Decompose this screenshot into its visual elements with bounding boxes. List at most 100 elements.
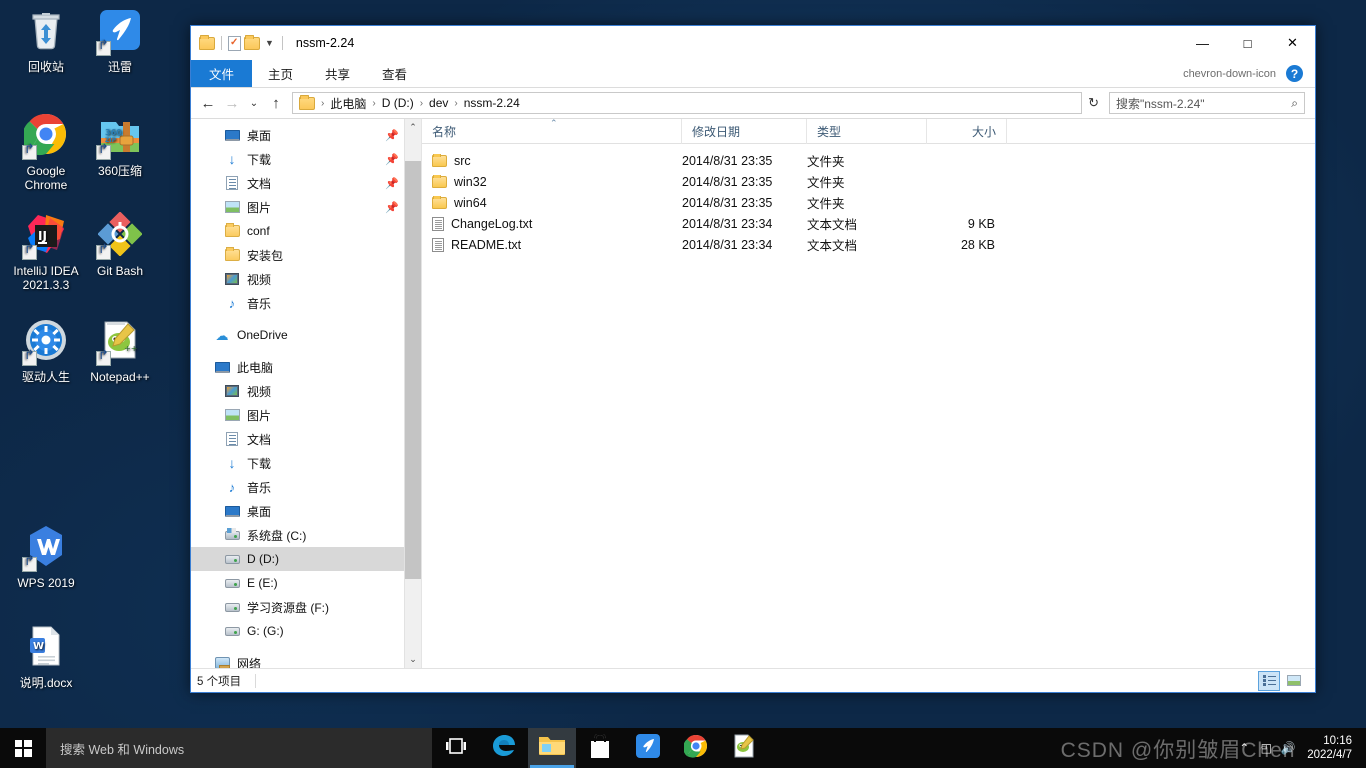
nav-item-18[interactable]: E (E:): [191, 571, 421, 595]
taskbar-store-button[interactable]: [576, 728, 624, 768]
refresh-button[interactable]: ↻: [1084, 95, 1103, 111]
desktop-icon-notepad-plus-plus[interactable]: ++ Notepad++: [82, 318, 158, 384]
start-button[interactable]: [0, 728, 46, 768]
pin-icon[interactable]: 📌: [385, 153, 399, 166]
column-header-name[interactable]: 名称 ⌃: [422, 118, 682, 144]
desktop-icon-recycle-bin[interactable]: 回收站: [8, 8, 84, 74]
chevron-down-icon[interactable]: chevron-down-icon: [1183, 68, 1276, 80]
nav-item-2[interactable]: 文档 📌: [191, 171, 421, 195]
help-button[interactable]: ?: [1286, 65, 1303, 82]
word-document-icon: W: [22, 624, 70, 672]
back-button[interactable]: ←: [197, 92, 219, 114]
desktop-icon-intellij-idea[interactable]: IJ IntelliJ IDEA 2021.3.3: [8, 212, 84, 292]
column-header-size[interactable]: 大小: [927, 118, 1007, 144]
chrome-icon: [683, 734, 708, 763]
desktop-icon-thunder[interactable]: 迅雷: [82, 8, 158, 74]
nav-item-13[interactable]: ↓ 下载: [191, 451, 421, 475]
properties-icon[interactable]: [228, 35, 241, 51]
nav-item-label: E (E:): [247, 576, 278, 590]
shortcut-arrow-icon: [22, 557, 37, 572]
new-folder-icon[interactable]: [244, 34, 260, 50]
file-name-cell: win64: [422, 195, 682, 210]
nav-item-6[interactable]: 视频: [191, 267, 421, 291]
details-view-button[interactable]: [1258, 670, 1280, 691]
file-row[interactable]: win32 2014/8/31 23:35 文件夹: [422, 171, 1315, 192]
column-header-date[interactable]: 修改日期: [682, 118, 807, 144]
nav-scrollbar[interactable]: ⌃ ⌄: [404, 119, 421, 668]
nav-item-10[interactable]: 视频: [191, 379, 421, 403]
nav-item-21[interactable]: 网络: [191, 651, 421, 668]
nav-item-20[interactable]: G: (G:): [191, 619, 421, 643]
breadcrumb-item-3[interactable]: nssm-2.24: [460, 96, 524, 110]
nav-item-7[interactable]: ♪ 音乐: [191, 291, 421, 315]
nav-item-12[interactable]: 文档: [191, 427, 421, 451]
recent-locations-button[interactable]: ⌄: [245, 92, 263, 114]
breadcrumb-item-0[interactable]: 此电脑: [326, 95, 370, 112]
maximize-button[interactable]: □: [1225, 26, 1270, 60]
scrollbar-thumb[interactable]: [405, 161, 421, 579]
taskbar-task-view-button[interactable]: [432, 728, 480, 768]
file-type-cell: 文件夹: [807, 197, 845, 211]
minimize-button[interactable]: —: [1180, 26, 1225, 60]
pin-icon[interactable]: 📌: [385, 129, 399, 142]
taskbar-thunder-button[interactable]: [624, 728, 672, 768]
nav-item-5[interactable]: 安装包: [191, 243, 421, 267]
breadcrumb-item-1[interactable]: D (D:): [378, 96, 418, 110]
taskbar-search-box[interactable]: 搜索 Web 和 Windows: [46, 728, 432, 768]
nav-item-0[interactable]: 桌面 📌: [191, 123, 421, 147]
search-input[interactable]: 搜索"nssm-2.24": [1116, 95, 1291, 112]
taskbar-chrome-button[interactable]: [672, 728, 720, 768]
ribbon-tab-2[interactable]: 共享: [309, 60, 366, 87]
taskbar-notepad-plus-plus-button[interactable]: [720, 728, 768, 768]
nav-item-15[interactable]: 桌面: [191, 499, 421, 523]
folder-icon[interactable]: [199, 34, 215, 50]
clock[interactable]: 10:16 2022/4/7: [1299, 734, 1362, 762]
file-row[interactable]: ChangeLog.txt 2014/8/31 23:34 文本文档 9 KB: [422, 213, 1315, 234]
pin-icon[interactable]: 📌: [385, 201, 399, 214]
up-button[interactable]: ↑: [265, 92, 287, 114]
column-header-type[interactable]: 类型: [807, 118, 927, 144]
nav-item-14[interactable]: ♪ 音乐: [191, 475, 421, 499]
nav-item-4[interactable]: conf: [191, 219, 421, 243]
ribbon-tab-1[interactable]: 主页: [252, 60, 309, 87]
file-row[interactable]: win64 2014/8/31 23:35 文件夹: [422, 192, 1315, 213]
nav-item-label: 桌面: [247, 504, 272, 519]
desktop-icon-label: 回收站: [27, 60, 64, 74]
volume-icon[interactable]: 🔊: [1277, 741, 1299, 755]
chevron-down-icon[interactable]: ▼: [263, 38, 276, 48]
taskbar-edge-button[interactable]: [480, 728, 528, 768]
search-box[interactable]: 搜索"nssm-2.24" ⌕: [1109, 92, 1305, 114]
nav-item-3[interactable]: 图片 📌: [191, 195, 421, 219]
desktop-icon-wps[interactable]: WPS 2019: [8, 524, 84, 590]
taskbar-search-input[interactable]: 搜索 Web 和 Windows: [60, 739, 184, 758]
desktop-icon-git-bash[interactable]: Git Bash: [82, 211, 158, 278]
nav-item-17[interactable]: D (D:): [191, 547, 421, 571]
breadcrumb[interactable]: › 此电脑 › D (D:) › dev › nssm-2.24: [292, 92, 1083, 114]
nav-item-11[interactable]: 图片: [191, 403, 421, 427]
tray-expand-icon[interactable]: ⌃: [1233, 741, 1255, 755]
nav-item-8[interactable]: ☁ OneDrive: [191, 323, 421, 347]
ribbon-tab-3[interactable]: 查看: [366, 60, 423, 87]
desktop-icon-word-document[interactable]: W 说明.docx: [8, 624, 84, 690]
forward-button[interactable]: →: [221, 92, 243, 114]
nav-item-9[interactable]: 此电脑: [191, 355, 421, 379]
desktop-icon-360zip[interactable]: 360ZIP 360压缩: [82, 112, 158, 178]
file-row[interactable]: src 2014/8/31 23:35 文件夹: [422, 150, 1315, 171]
folder-icon: [432, 195, 447, 209]
pin-icon[interactable]: 📌: [385, 177, 399, 190]
breadcrumb-item-2[interactable]: dev: [425, 96, 452, 110]
desktop-icon-driver-life[interactable]: 驱动人生: [8, 318, 84, 384]
scroll-down-icon[interactable]: ⌄: [405, 651, 421, 668]
desktop-icon-chrome[interactable]: Google Chrome: [8, 112, 84, 192]
nav-item-1[interactable]: ↓ 下载 📌: [191, 147, 421, 171]
nav-item-16[interactable]: 系统盘 (C:): [191, 523, 421, 547]
file-row[interactable]: README.txt 2014/8/31 23:34 文本文档 28 KB: [422, 234, 1315, 255]
network-icon[interactable]: ◰: [1255, 741, 1277, 755]
scroll-up-icon[interactable]: ⌃: [405, 119, 421, 136]
taskbar-file-explorer-button[interactable]: [528, 728, 576, 768]
nav-item-label: 下载: [247, 152, 272, 167]
ribbon-tab-0[interactable]: 文件: [191, 60, 253, 87]
nav-item-19[interactable]: 学习资源盘 (F:): [191, 595, 421, 619]
large-icons-view-button[interactable]: [1283, 671, 1305, 691]
close-button[interactable]: ✕: [1270, 26, 1315, 60]
